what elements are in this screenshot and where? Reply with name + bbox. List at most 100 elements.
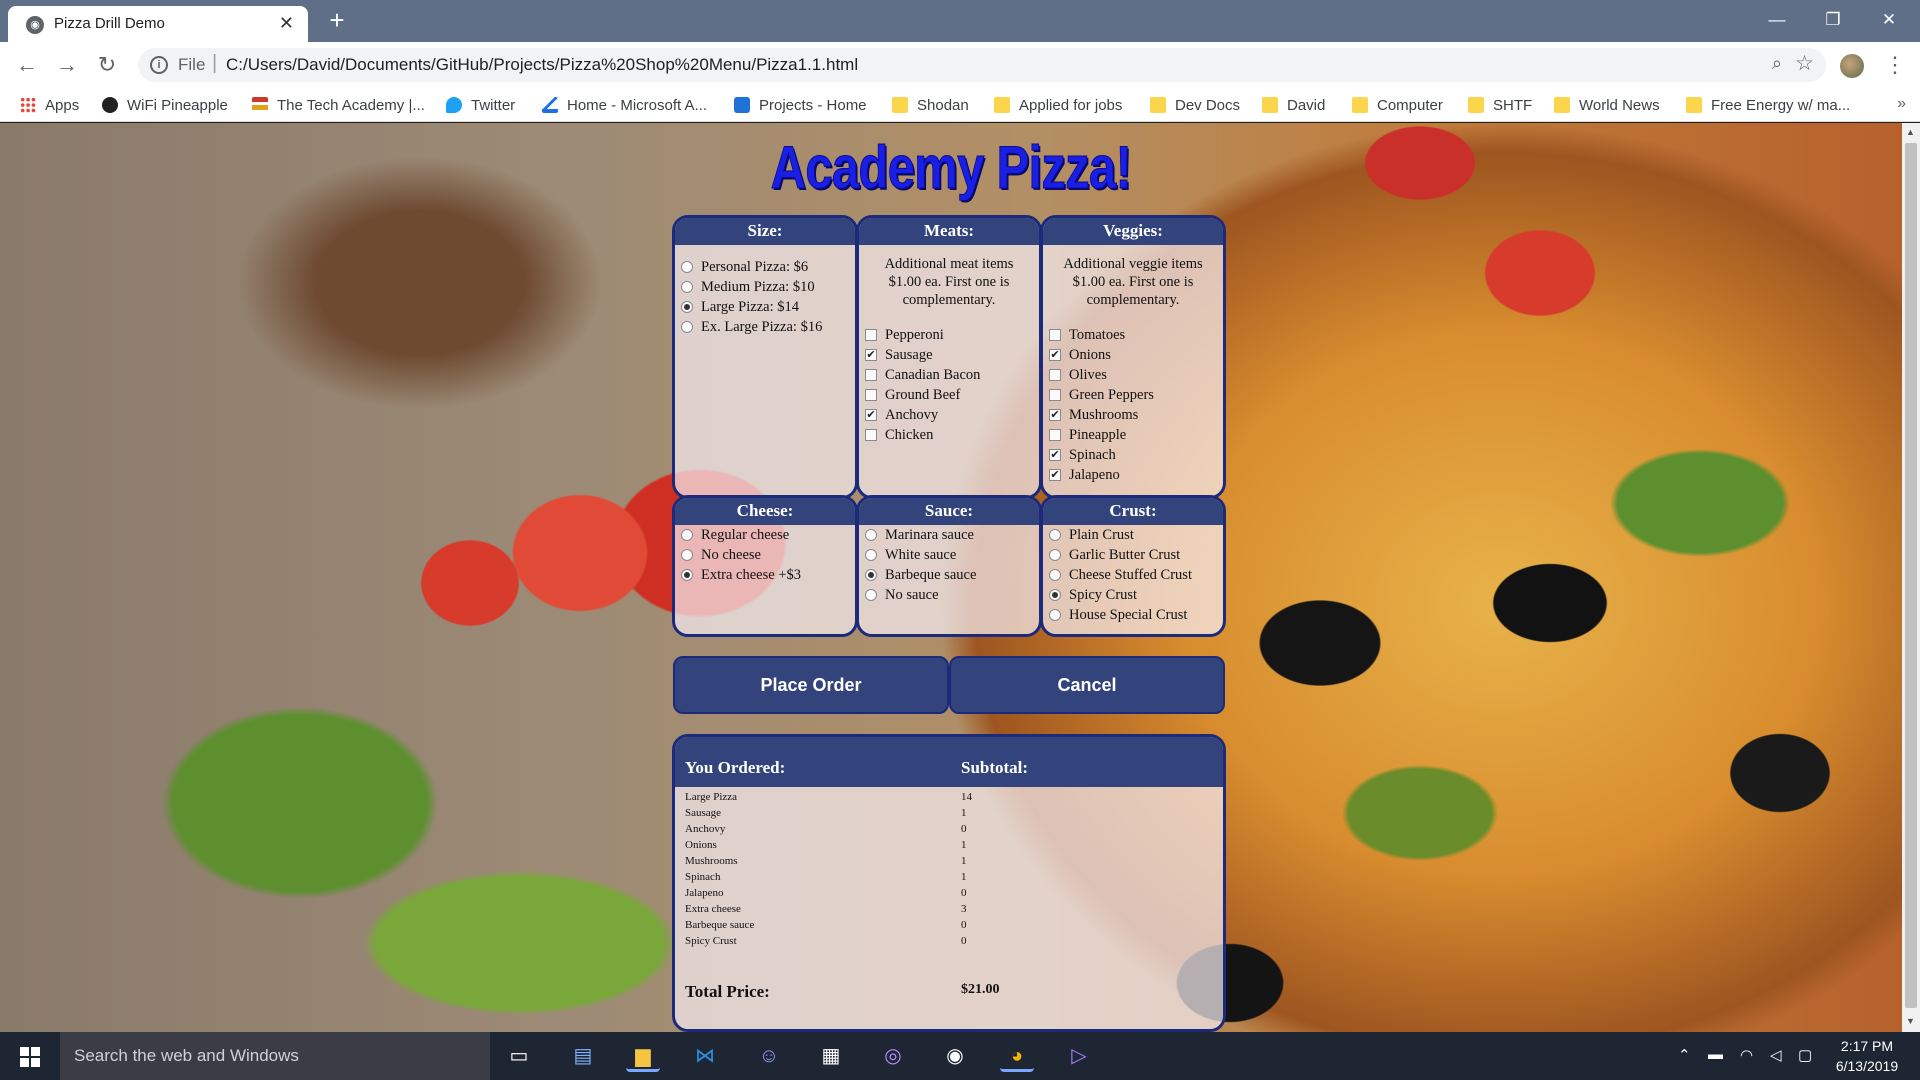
crust-option-house-special[interactable]: House Special Crust (1049, 605, 1223, 625)
bookmark-folder-david[interactable]: David (1262, 88, 1325, 122)
taskbar-search-box[interactable]: Search the web and Windows (60, 1032, 490, 1080)
bookmark-folder-free-energy[interactable]: Free Energy w/ ma... (1686, 88, 1850, 122)
radio-button-selected[interactable] (681, 569, 693, 581)
bookmark-wifi-pineapple[interactable]: WiFi Pineapple (102, 88, 228, 122)
checkbox-checked[interactable]: ✔ (1049, 449, 1061, 461)
veggie-option-green-peppers[interactable]: Green Peppers (1049, 385, 1223, 405)
cheese-option-none[interactable]: No cheese (681, 545, 855, 565)
bookmark-folder-shtf[interactable]: SHTF (1468, 88, 1532, 122)
bookmark-apps[interactable]: Apps (20, 88, 79, 122)
tab-close-icon[interactable]: ✕ (279, 13, 294, 34)
checkbox[interactable] (1049, 389, 1061, 401)
bookmark-tech-academy[interactable]: The Tech Academy |... (252, 88, 425, 122)
show-hidden-icons-icon[interactable]: ⌃ (1678, 1046, 1691, 1064)
sauce-option-barbeque[interactable]: Barbeque sauce (865, 565, 1039, 585)
veggie-option-jalapeno[interactable]: ✔ Jalapeno (1049, 465, 1223, 485)
radio-button[interactable] (681, 281, 693, 293)
crust-option-cheese-stuffed[interactable]: Cheese Stuffed Crust (1049, 565, 1223, 585)
meat-option-sausage[interactable]: ✔ Sausage (865, 345, 1039, 365)
crust-option-spicy[interactable]: Spicy Crust (1049, 585, 1223, 605)
radio-button[interactable] (1049, 529, 1061, 541)
notifications-icon[interactable]: ▢ (1798, 1046, 1812, 1064)
crust-option-garlic-butter[interactable]: Garlic Butter Crust (1049, 545, 1223, 565)
place-order-button[interactable]: Place Order (673, 656, 949, 714)
bookmark-projects[interactable]: Projects - Home (734, 88, 867, 122)
radio-button[interactable] (1049, 549, 1061, 561)
radio-button-selected[interactable] (1049, 589, 1061, 601)
bookmark-twitter[interactable]: Twitter (446, 88, 515, 122)
sauce-option-white[interactable]: White sauce (865, 545, 1039, 565)
bookmark-star-icon[interactable]: ☆ (1795, 51, 1814, 76)
meat-option-canadian-bacon[interactable]: Canadian Bacon (865, 365, 1039, 385)
back-button[interactable]: ← (12, 50, 42, 80)
more-bookmarks-icon[interactable]: » (1897, 95, 1906, 113)
forward-button[interactable]: → (52, 50, 82, 80)
size-option-xlarge[interactable]: Ex. Large Pizza: $16 (681, 317, 855, 337)
size-option-medium[interactable]: Medium Pizza: $10 (681, 277, 855, 297)
scroll-up-icon[interactable]: ▲ (1906, 127, 1915, 137)
veggie-option-spinach[interactable]: ✔ Spinach (1049, 445, 1223, 465)
checkbox-checked[interactable]: ✔ (865, 409, 877, 421)
visual-studio-icon[interactable]: ▷ (1062, 1040, 1096, 1072)
volume-icon[interactable]: ◁ (1770, 1046, 1782, 1064)
veggie-option-tomatoes[interactable]: Tomatoes (1049, 325, 1223, 345)
browser-menu-icon[interactable]: ⋮ (1884, 52, 1906, 78)
info-icon[interactable]: i (150, 56, 168, 74)
checkbox-checked[interactable]: ✔ (1049, 469, 1061, 481)
app-icon-tool[interactable]: ▤ (566, 1040, 600, 1072)
bookmark-folder-computer[interactable]: Computer (1352, 88, 1443, 122)
checkbox-checked[interactable]: ✔ (865, 349, 877, 361)
size-option-personal[interactable]: Personal Pizza: $6 (681, 257, 855, 277)
page-scrollbar[interactable]: ▲ ▼ (1902, 123, 1920, 1032)
meat-option-pepperoni[interactable]: Pepperoni (865, 325, 1039, 345)
sauce-option-none[interactable]: No sauce (865, 585, 1039, 605)
scrollbar-thumb[interactable] (1905, 143, 1917, 1008)
bookmark-folder-shodan[interactable]: Shodan (892, 88, 969, 122)
chrome-icon[interactable]: ◕ (1000, 1040, 1034, 1072)
radio-button[interactable] (1049, 569, 1061, 581)
radio-button[interactable] (681, 529, 693, 541)
checkbox[interactable] (1049, 429, 1061, 441)
meat-option-ground-beef[interactable]: Ground Beef (865, 385, 1039, 405)
checkbox-checked[interactable]: ✔ (1049, 409, 1061, 421)
profile-avatar[interactable] (1840, 54, 1864, 78)
checkbox[interactable] (865, 329, 877, 341)
checkbox[interactable] (865, 369, 877, 381)
minimize-window-button[interactable]: — (1752, 4, 1802, 36)
cancel-button[interactable]: Cancel (949, 656, 1225, 714)
bookmark-folder-applied-jobs[interactable]: Applied for jobs (994, 88, 1122, 122)
meat-option-anchovy[interactable]: ✔ Anchovy (865, 405, 1039, 425)
discord-icon[interactable]: ☺ (752, 1040, 786, 1072)
address-bar[interactable]: i File | C:/Users/David/Documents/GitHub… (138, 48, 1826, 82)
radio-button-selected[interactable] (865, 569, 877, 581)
radio-button[interactable] (865, 589, 877, 601)
url-text[interactable]: C:/Users/David/Documents/GitHub/Projects… (226, 55, 858, 75)
radio-button[interactable] (865, 529, 877, 541)
veggie-option-onions[interactable]: ✔ Onions (1049, 345, 1223, 365)
new-tab-button[interactable]: + (322, 6, 352, 36)
checkbox[interactable] (865, 429, 877, 441)
taskbar-clock[interactable]: 2:17 PM 6/13/2019 (1822, 1036, 1912, 1076)
windows-start-button[interactable] (0, 1032, 60, 1080)
radio-button[interactable] (1049, 609, 1061, 621)
veggie-option-olives[interactable]: Olives (1049, 365, 1223, 385)
zoom-icon[interactable]: ⌕ (1772, 53, 1782, 74)
wifi-icon[interactable]: ◠ (1740, 1046, 1753, 1064)
radio-button[interactable] (681, 261, 693, 273)
veggie-option-mushrooms[interactable]: ✔ Mushrooms (1049, 405, 1223, 425)
media-app-icon[interactable]: ◉ (938, 1040, 972, 1072)
checkbox[interactable] (1049, 369, 1061, 381)
github-desktop-icon[interactable]: ◎ (876, 1040, 910, 1072)
veggie-option-pineapple[interactable]: Pineapple (1049, 425, 1223, 445)
cheese-option-extra[interactable]: Extra cheese +$3 (681, 565, 855, 585)
radio-button[interactable] (865, 549, 877, 561)
file-explorer-icon[interactable]: ▆ (626, 1040, 660, 1072)
battery-icon[interactable]: ▬ (1708, 1046, 1723, 1063)
bookmark-folder-world-news[interactable]: World News (1554, 88, 1660, 122)
checkbox[interactable] (1049, 329, 1061, 341)
checkbox[interactable] (865, 389, 877, 401)
sauce-option-marinara[interactable]: Marinara sauce (865, 525, 1039, 545)
crust-option-plain[interactable]: Plain Crust (1049, 525, 1223, 545)
reload-button[interactable]: ↻ (92, 50, 122, 80)
cheese-option-regular[interactable]: Regular cheese (681, 525, 855, 545)
